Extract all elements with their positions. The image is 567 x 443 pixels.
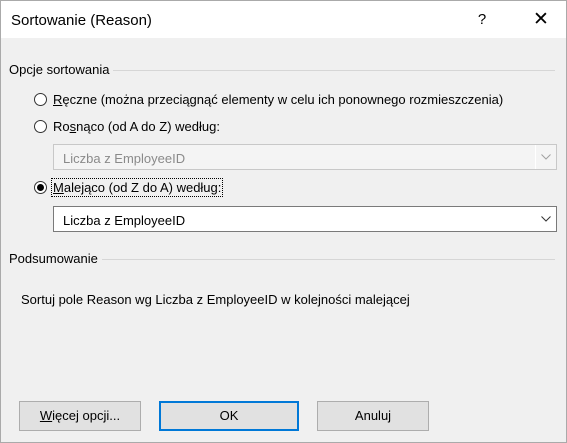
descending-field-value: Liczba z EmployeeID [63,213,186,228]
chevron-down-icon[interactable] [535,207,556,231]
radio-ascending-indicator[interactable] [34,120,47,133]
radio-descending[interactable]: Malejąco (od Z do A) według: [34,178,224,197]
ok-button[interactable]: OK [159,401,299,431]
descending-field-select[interactable]: Liczba z EmployeeID [53,206,557,232]
radio-descending-label: Malejąco (od Z do A) według: [50,178,224,197]
ascending-field-value: Liczba z EmployeeID [63,151,186,166]
title-bar: Sortowanie (Reason) ? ✕ [1,1,566,38]
dialog-title: Sortowanie (Reason) [11,12,152,29]
radio-manual-indicator[interactable] [34,93,47,106]
ascending-field-select: Liczba z EmployeeID [53,144,557,170]
summary-text: Sortuj pole Reason wg Liczba z EmployeeI… [21,292,410,307]
chevron-down-icon [535,145,556,169]
radio-descending-indicator[interactable] [34,181,47,194]
radio-ascending[interactable]: Rosnąco (od A do Z) według: [34,119,220,134]
cancel-button[interactable]: Anuluj [317,401,429,431]
more-options-button[interactable]: Więcej opcji... [19,401,141,431]
radio-manual[interactable]: Ręczne (można przeciągnąć elementy w cel… [34,92,503,107]
radio-ascending-label: Rosnąco (od A do Z) według: [53,119,220,134]
help-button[interactable]: ? [467,7,497,33]
summary-group-label: Podsumowanie [9,251,102,266]
radio-manual-label: Ręczne (można przeciągnąć elementy w cel… [53,92,504,107]
sort-dialog: Sortowanie (Reason) ? ✕ Opcje sortowania… [0,0,567,443]
options-group-label: Opcje sortowania [9,62,114,77]
close-button[interactable]: ✕ [525,7,557,33]
